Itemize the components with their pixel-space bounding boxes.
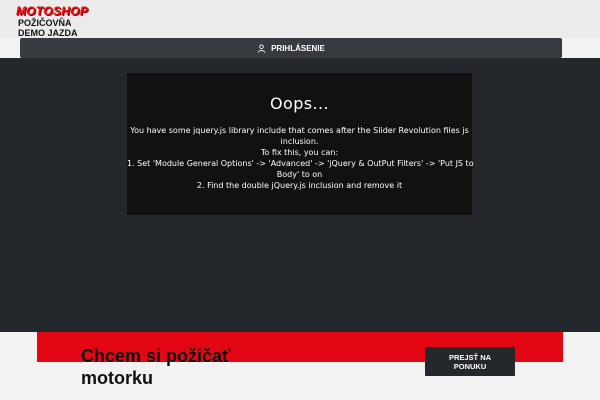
cta-button-line: PONUKU: [453, 361, 487, 371]
login-label: PRIHLÁSENIE: [271, 43, 325, 53]
error-title: Oops...: [270, 94, 329, 113]
cta-title-line: motorku: [81, 368, 153, 388]
motoshop-logo[interactable]: MOTOSHOP: [16, 4, 132, 18]
slider-error-box: Oops... You have some jquery.js library …: [127, 73, 474, 215]
cta-title-line: Chcem si požičať: [81, 346, 231, 366]
error-line: 2. Find the double jQuery.js inclusion a…: [196, 181, 403, 190]
error-line: Body' to on: [276, 170, 323, 179]
cta-button-line: PREJSŤ NA: [448, 352, 492, 362]
cta-title: Chcem si požičať motorku: [81, 345, 281, 389]
error-message: You have some jquery.js library include …: [127, 125, 474, 191]
error-line: You have some jquery.js library include …: [130, 126, 469, 135]
error-line: To fix this, you can:: [260, 148, 339, 157]
nav-item-pozicovna[interactable]: POŽIČOVŇA: [18, 18, 72, 28]
login-button[interactable]: PRIHLÁSENIE: [20, 38, 562, 58]
error-line: inclusion.: [280, 137, 319, 146]
user-icon: [257, 43, 266, 53]
go-to-offer-button[interactable]: PREJSŤ NA PONUKU: [425, 347, 515, 376]
nav-item-demo-jazda[interactable]: DEMO JAZDA: [18, 28, 78, 38]
error-line: 1. Set 'Module General Options' -> 'Adva…: [127, 159, 474, 168]
